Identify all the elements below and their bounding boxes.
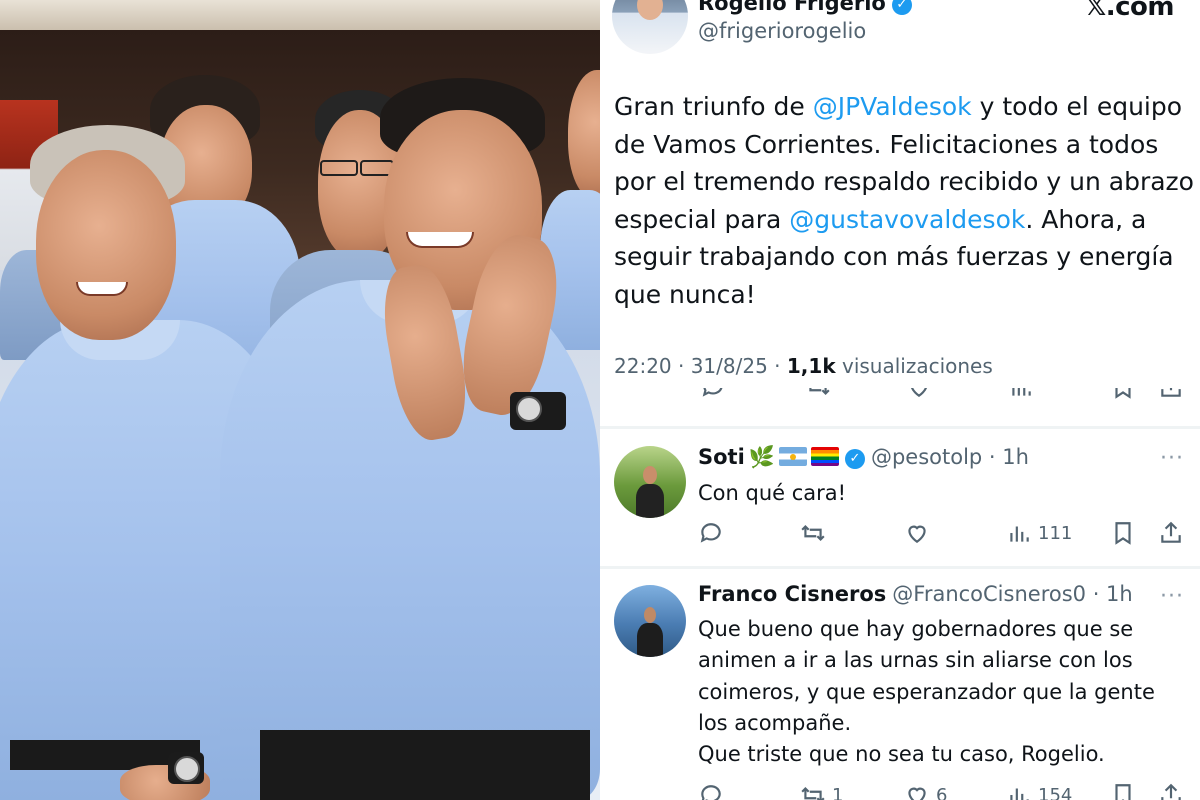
tweet-body: Gran triunfo de @JPValdesok y todo el eq… bbox=[614, 88, 1194, 313]
share-icon bbox=[1161, 521, 1181, 543]
more-options-icon[interactable]: ··· bbox=[1160, 584, 1184, 609]
more-options-icon[interactable]: ··· bbox=[1160, 446, 1184, 471]
reply-author[interactable]: Franco Cisneros @FrancoCisneros0 · 1h bbox=[698, 582, 1133, 606]
rainbow-flag-icon bbox=[810, 447, 839, 466]
tweet-timestamp[interactable]: 22:20 · 31/8/25 · bbox=[614, 354, 787, 378]
tweet-screenshot: Rogelio Frigerio ✓ @frigeriorogelio 𝕏.com… bbox=[600, 0, 1200, 800]
share-icon bbox=[1161, 783, 1181, 800]
author-name[interactable]: Rogelio Frigerio ✓ bbox=[698, 0, 912, 15]
share-button[interactable] bbox=[1158, 518, 1184, 548]
bookmark-icon bbox=[1115, 784, 1131, 800]
author-avatar[interactable] bbox=[612, 0, 688, 54]
x-logo-icon: 𝕏.com bbox=[1085, 0, 1174, 22]
photo-awning bbox=[0, 0, 600, 30]
tweet-meta: 22:20 · 31/8/25 · 1,1k visualizaciones bbox=[614, 354, 993, 378]
share-icon[interactable] bbox=[1158, 388, 1184, 400]
views-count: 154 bbox=[1038, 784, 1073, 800]
retweet-icon bbox=[801, 524, 825, 542]
bookmark-button[interactable] bbox=[1110, 780, 1136, 800]
reply-author-name[interactable]: Soti bbox=[698, 445, 745, 469]
verified-badge-icon: ✓ bbox=[891, 0, 912, 15]
reply-actions: 1 6 154 bbox=[698, 780, 1190, 800]
tweet-text-part: Gran triunfo de bbox=[614, 92, 813, 121]
author-handle[interactable]: @frigeriorogelio bbox=[698, 19, 866, 43]
reply-handle[interactable]: @FrancoCisneros0 · 1h bbox=[892, 582, 1132, 606]
views-icon bbox=[1010, 788, 1029, 800]
mention-link[interactable]: @gustavovaldesok bbox=[789, 205, 1025, 234]
like-count: 6 bbox=[936, 784, 948, 800]
reply-text-line: Que triste que no sea tu caso, Rogelio. bbox=[698, 742, 1105, 767]
retweet-count: 1 bbox=[832, 784, 844, 800]
views-icon[interactable] bbox=[1008, 388, 1034, 400]
divider bbox=[600, 566, 1200, 569]
reply-button[interactable] bbox=[698, 780, 730, 800]
reply-icon bbox=[700, 523, 721, 543]
reply-text-line: Que bueno que hay gobernadores que se bbox=[698, 617, 1134, 641]
retweet-button[interactable]: 1 bbox=[800, 780, 843, 800]
bookmark-icon bbox=[1115, 522, 1131, 545]
verified-badge-icon: ✓ bbox=[844, 449, 865, 469]
reply-author-name[interactable]: Franco Cisneros bbox=[698, 582, 886, 606]
reply-avatar[interactable] bbox=[614, 585, 686, 657]
reply-icon[interactable] bbox=[700, 388, 726, 400]
retweet-icon bbox=[801, 786, 825, 800]
mention-link[interactable]: @JPValdesok bbox=[813, 92, 972, 121]
reply-text: Que bueno que hay gobernadores que se an… bbox=[698, 614, 1188, 770]
reply-icon bbox=[701, 785, 721, 800]
bookmark-icon[interactable] bbox=[1110, 388, 1136, 400]
like-button[interactable]: 6 bbox=[904, 780, 947, 800]
author-name-text[interactable]: Rogelio Frigerio bbox=[698, 0, 886, 15]
like-icon bbox=[908, 787, 926, 800]
retweet-button[interactable] bbox=[800, 518, 832, 548]
like-button[interactable] bbox=[904, 518, 936, 548]
reply-avatar[interactable] bbox=[614, 446, 686, 518]
divider bbox=[600, 426, 1200, 429]
views-button[interactable]: 111 bbox=[1006, 518, 1072, 548]
like-icon bbox=[908, 525, 926, 543]
bookmark-button[interactable] bbox=[1110, 518, 1136, 548]
main-tweet-actions-clipped bbox=[600, 388, 1200, 406]
views-count: 111 bbox=[1038, 522, 1073, 544]
views-count: 1,1k bbox=[786, 354, 836, 378]
reply-author[interactable]: Soti 🌿 ✓ @pesotolp · 1h bbox=[698, 445, 1029, 470]
views-label: visualizaciones bbox=[835, 354, 993, 378]
reply-button[interactable] bbox=[698, 518, 730, 548]
news-photo bbox=[0, 0, 600, 800]
reply-text-line: animen a ir a las urnas sin aliarse con … bbox=[698, 648, 1133, 673]
reply-text-line: coimeros, y que esperanzador que la gent… bbox=[698, 679, 1155, 704]
argentina-flag-icon bbox=[778, 447, 807, 466]
views-button[interactable]: 154 bbox=[1006, 780, 1072, 800]
reply-text-line: los acompañe. bbox=[698, 710, 852, 735]
leaf-emoji-icon: 🌿 bbox=[748, 445, 775, 469]
like-icon[interactable] bbox=[906, 388, 932, 400]
reply-handle[interactable]: @pesotolp · 1h bbox=[871, 445, 1029, 469]
reply-actions: 111 bbox=[698, 518, 1190, 548]
views-icon bbox=[1010, 526, 1029, 542]
share-button[interactable] bbox=[1158, 780, 1184, 800]
retweet-icon[interactable] bbox=[804, 388, 832, 400]
reply-text: Con qué cara! bbox=[698, 481, 847, 505]
